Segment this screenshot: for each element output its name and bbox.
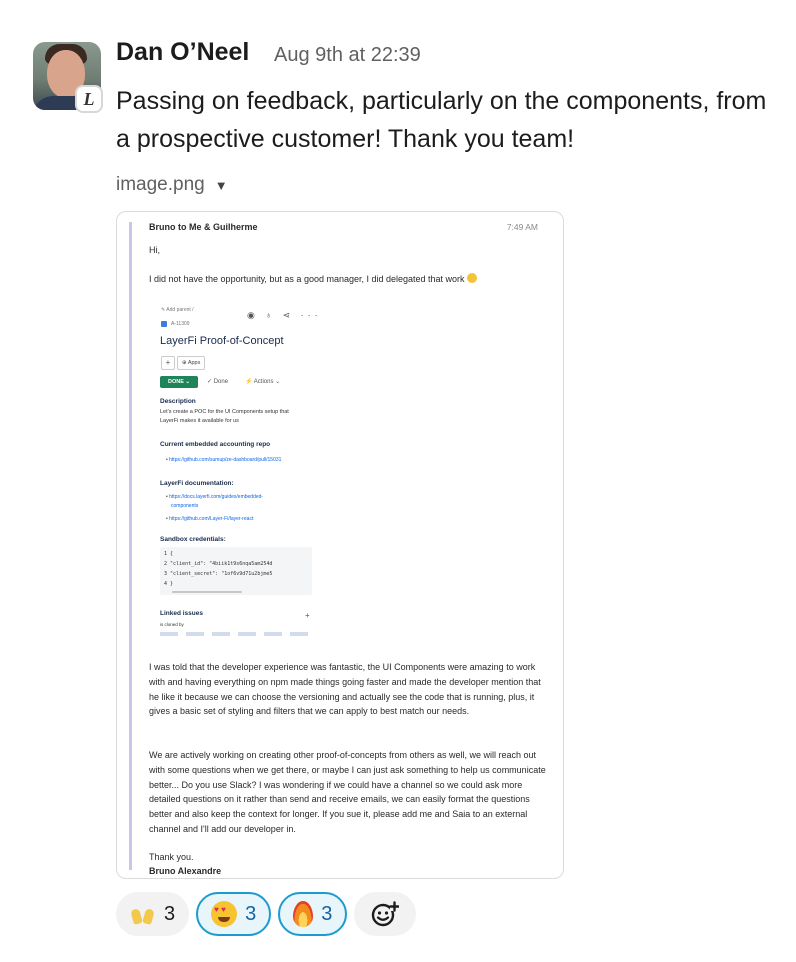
message-text: Passing on feedback, particularly on the… xyxy=(116,87,767,153)
ticket-id: A-11309 xyxy=(171,321,190,327)
fire-icon xyxy=(293,901,314,927)
ticket-checkbox-icon xyxy=(161,321,167,327)
attachment-filename: image.png xyxy=(116,174,205,195)
attachment-image[interactable]: Bruno to Me & Guilherme 7:49 AM Hi, I di… xyxy=(116,211,564,879)
email-paragraph-3: We are actively working on creating othe… xyxy=(149,750,546,834)
email-greeting: Hi, xyxy=(149,245,160,255)
author-name[interactable]: Dan O’Neel xyxy=(116,38,249,67)
ticket-toolbar-icons: ◉ ♁ ⋖ ··· ✕ xyxy=(247,310,317,320)
ticket-docs-link-1-cont: components xyxy=(171,503,199,509)
ticket-done: ✓ Done xyxy=(207,379,229,385)
email-signature: Bruno Alexandre xyxy=(149,866,222,876)
code-scrollbar xyxy=(172,591,242,593)
grimace-emoji-icon xyxy=(466,273,477,283)
reaction-count: 3 xyxy=(321,902,333,925)
ticket-code-block: 1 { 2 "client_id": "4biik1t9s6nqa5am254d… xyxy=(160,547,312,595)
email-thanks: Thank you. xyxy=(149,852,194,862)
ticket-description-2: LayerFi makes it available for us xyxy=(160,418,239,424)
message-timestamp[interactable]: Aug 9th at 22:39 xyxy=(274,44,421,67)
reaction-fire[interactable]: 3 xyxy=(278,892,348,936)
ticket-docs-link-2: https://github.com/Layer-Fi/layer-react xyxy=(166,516,253,522)
code-line: 1 { xyxy=(164,551,174,557)
ticket-sandbox-heading: Sandbox credentials: xyxy=(160,536,226,543)
reaction-heart-eyes[interactable]: 3 xyxy=(196,892,272,936)
ticket-linked-heading: Linked issues xyxy=(160,610,203,617)
code-line: 2 "client_id": "4biik1t9s6nqa5am254d xyxy=(164,561,273,567)
email-paragraph-2: I was told that the developer experience… xyxy=(149,662,541,717)
ticket-apps: ⊕ Apps xyxy=(177,356,206,370)
ticket-add-parent: ✎ Add parent / xyxy=(161,307,194,313)
heart-eyes-icon xyxy=(211,901,238,927)
attachment-header[interactable]: image.png ▼ xyxy=(116,174,228,196)
reaction-count: 3 xyxy=(164,902,176,925)
reaction-count: 3 xyxy=(245,902,257,925)
ticket-docs-link-1: https://docs.layerfi.com/guides/embedded… xyxy=(166,494,263,500)
email-quote-bar xyxy=(129,222,132,870)
add-reaction-button[interactable] xyxy=(354,892,417,936)
ticket-repo-heading: Current embedded accounting repo xyxy=(160,441,271,448)
ticket-description-heading: Description xyxy=(160,398,196,405)
ticket-description-1: Let's create a POC for the UI Components… xyxy=(160,409,289,415)
raised-hands-icon xyxy=(130,901,156,927)
reaction-raised-hands[interactable]: 3 xyxy=(116,892,190,936)
ticket-repo-link: https://github.com/sumup/ze-dashboard/pu… xyxy=(166,457,281,463)
ticket-status: DONE ⌄ xyxy=(160,376,198,388)
ticket-title: LayerFi Proof-of-Concept xyxy=(160,335,284,347)
email-time: 7:49 AM xyxy=(506,222,538,232)
code-line: 3 "client_secret": "1of6v9d71u2bjme5 xyxy=(164,571,273,577)
chevron-down-icon[interactable]: ▼ xyxy=(215,178,228,193)
ticket-linked-add-icon: + xyxy=(305,611,310,620)
ticket-docs-heading: LayerFi documentation: xyxy=(160,480,234,487)
ticket-linked-sub: is cloned by xyxy=(160,622,184,627)
ticket-cutoff xyxy=(160,632,310,636)
ticket-card: ✎ Add parent / ◉ ♁ ⋖ ··· ✕ A-11309 Layer… xyxy=(157,302,317,640)
code-line: 4 } xyxy=(164,581,174,587)
email-from: Bruno to Me & Guilherme xyxy=(149,222,258,232)
add-reaction-icon xyxy=(371,900,400,928)
email-paragraph-1-text: I did not have the opportunity, but as a… xyxy=(149,274,465,284)
workspace-badge: L xyxy=(75,85,103,113)
ticket-add-icon: + xyxy=(161,356,175,370)
ticket-actions: ⚡ Actions ⌄ xyxy=(245,379,281,385)
reactions-bar: 3 3 3 xyxy=(116,892,417,936)
email-paragraph-1: I did not have the opportunity, but as a… xyxy=(149,273,477,284)
